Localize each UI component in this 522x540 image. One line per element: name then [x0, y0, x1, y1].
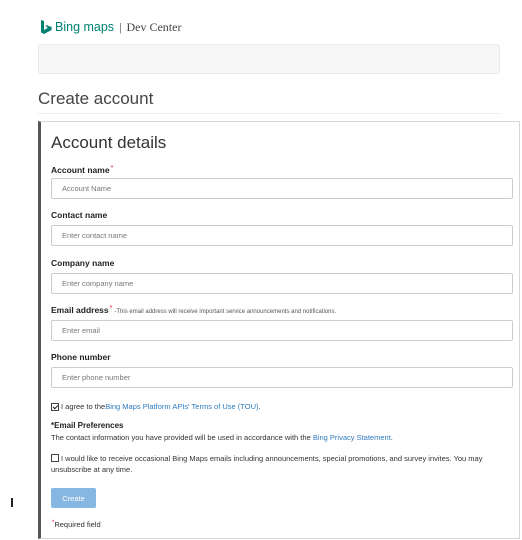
email-preferences-title: *Email Preferences [51, 421, 124, 430]
required-field-note: *Required field [51, 520, 101, 529]
privacy-statement-link[interactable]: Bing Privacy Statement [313, 433, 391, 442]
company-name-input[interactable] [51, 273, 513, 294]
contact-name-label: Contact name [51, 210, 108, 220]
optin-checkbox[interactable] [51, 454, 59, 462]
terms-link[interactable]: Bing Maps Platform APIs' Terms of Use (T… [105, 402, 258, 411]
section-title: Account details [51, 133, 167, 152]
page-title: Create account [38, 89, 154, 108]
contact-name-input[interactable] [51, 225, 513, 246]
required-note-text: Required field [54, 520, 101, 529]
phone-input[interactable] [51, 367, 513, 388]
brand-header[interactable]: Bing maps | Dev Center [41, 17, 181, 37]
required-marker: * [110, 165, 114, 172]
email-label: Email address* -This email address will r… [51, 305, 336, 315]
title-divider [38, 113, 500, 114]
top-navigation-bar [38, 44, 500, 74]
email-note: -This email address will receive importa… [114, 309, 337, 315]
account-name-label: Account name* [51, 165, 113, 175]
email-input[interactable] [51, 320, 513, 341]
terms-suffix: . [258, 402, 261, 411]
terms-checkbox[interactable] [51, 403, 59, 411]
optin-text: I would like to receive occasional Bing … [51, 454, 483, 474]
account-details-panel: Account details Account name* Contact na… [38, 121, 520, 539]
terms-row: I agree to the Bing Maps Platform APIs' … [51, 402, 261, 411]
email-preferences-text: The contact information you have provide… [51, 433, 521, 442]
required-marker: * [109, 305, 113, 312]
account-name-label-text: Account name [51, 165, 110, 175]
privacy-text: The contact information you have provide… [51, 433, 313, 442]
privacy-suffix: . [390, 433, 393, 442]
bing-logo-icon [41, 20, 52, 34]
company-name-label: Company name [51, 258, 115, 268]
brand-separator: | [119, 19, 122, 34]
terms-prefix: I agree to the [61, 402, 106, 411]
text-cursor-mark [11, 498, 13, 507]
phone-label: Phone number [51, 352, 111, 362]
email-label-text: Email address [51, 305, 109, 315]
account-name-input[interactable] [51, 178, 513, 199]
brand-subtitle: Dev Center [126, 19, 182, 34]
create-button[interactable]: Create [51, 488, 96, 508]
optin-row: I would like to receive occasional Bing … [51, 453, 513, 475]
brand-name: Bing maps [55, 20, 115, 34]
